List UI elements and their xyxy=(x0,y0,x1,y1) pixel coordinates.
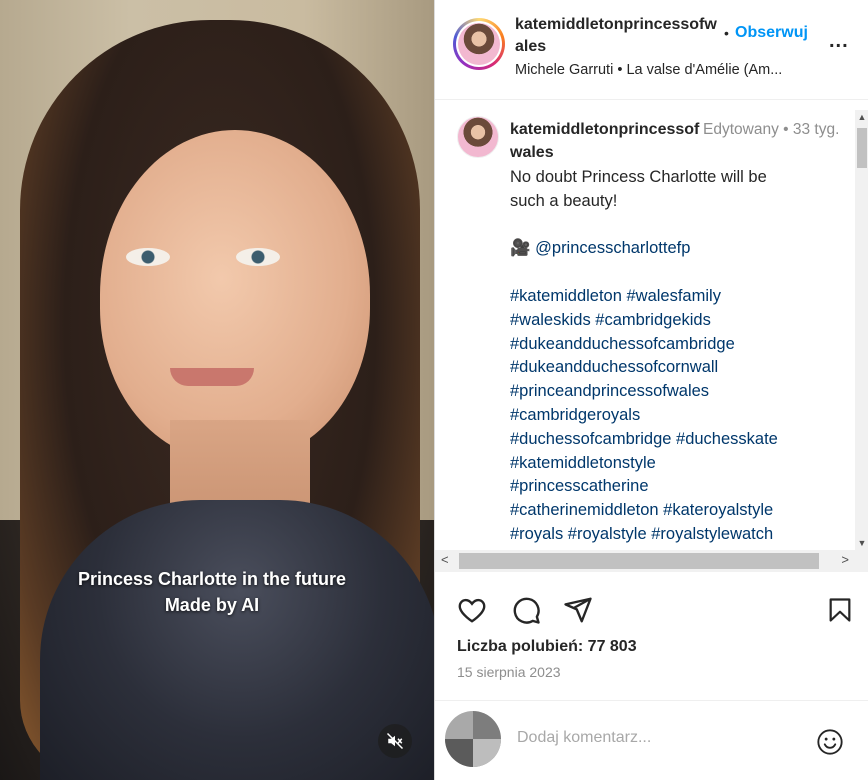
media-face xyxy=(100,130,370,460)
media-eye-left xyxy=(126,248,170,266)
media-mouth xyxy=(170,368,254,386)
hashtag-line[interactable]: #princeandprincessofwales xyxy=(510,380,850,404)
author-avatar-image xyxy=(458,23,500,65)
comment-button[interactable] xyxy=(509,593,543,627)
post-media[interactable]: Princess Charlotte in the future Made by… xyxy=(0,0,434,780)
likes-count[interactable]: Liczba polubień: 77 803 xyxy=(457,638,637,656)
hashtag-line[interactable]: #katemiddletonstyle xyxy=(510,452,850,476)
hashtag-line[interactable]: #duchessofcambridge #duchesskate xyxy=(510,428,850,452)
header-separator: • xyxy=(724,25,729,41)
save-button[interactable] xyxy=(823,593,857,627)
send-icon xyxy=(564,597,592,623)
caption-section: katemiddletonprincessofwales Edytowany •… xyxy=(435,110,868,550)
post-date: 15 sierpnia 2023 xyxy=(457,664,561,680)
caption-author-username[interactable]: katemiddletonprincessofwales xyxy=(510,118,700,164)
horizontal-scrollbar[interactable]: < > xyxy=(435,550,868,572)
camera-emoji-icon: 🎥 xyxy=(510,239,531,258)
hashtag-line[interactable]: #cambridgeroyals xyxy=(510,404,850,428)
hashtag-line[interactable]: #royals #royalstyle #royalstylewatch xyxy=(510,523,850,547)
media-shirt xyxy=(40,500,434,780)
hashtag-line[interactable]: #katemiddleton #walesfamily xyxy=(510,285,850,309)
emoji-button[interactable] xyxy=(815,727,845,757)
hashtag-line[interactable]: #waleskids #cambridgekids xyxy=(510,309,850,333)
smiley-icon xyxy=(817,729,843,755)
post-header: katemiddletonprincessofwales • Obserwuj … xyxy=(435,0,868,100)
caption-text-line: such a beauty! xyxy=(510,191,618,210)
caption-body: No doubt Princess Charlotte will be such… xyxy=(510,166,850,547)
author-avatar[interactable] xyxy=(453,18,505,70)
horizontal-scroll-thumb[interactable] xyxy=(459,553,819,569)
mute-button[interactable] xyxy=(378,724,412,758)
scroll-right-arrow[interactable]: > xyxy=(841,552,849,567)
author-username[interactable]: katemiddletonprincessofwales xyxy=(515,14,725,58)
comment-icon xyxy=(513,597,540,624)
bookmark-icon xyxy=(829,598,851,622)
follow-button[interactable]: Obserwuj xyxy=(735,24,808,42)
scroll-left-arrow[interactable]: < xyxy=(441,552,449,567)
media-caption-line2: Made by AI xyxy=(164,595,260,615)
hashtag-line[interactable]: #dukeandduchessofcornwall xyxy=(510,356,850,380)
post-side-panel: katemiddletonprincessofwales • Obserwuj … xyxy=(434,0,868,780)
vertical-scrollbar[interactable]: ▲ ▼ xyxy=(855,110,868,550)
media-eye-right xyxy=(236,248,280,266)
more-options-button[interactable]: ... xyxy=(829,30,849,53)
comment-input[interactable] xyxy=(517,729,797,747)
hashtag-line[interactable]: #princesscatherine xyxy=(510,475,850,499)
scroll-up-arrow[interactable]: ▲ xyxy=(857,112,867,122)
caption-author-avatar[interactable] xyxy=(457,116,499,158)
hashtag-line[interactable]: #dukeandduchessofcambridge xyxy=(510,333,850,357)
hashtag-line[interactable]: #catherinemiddleton #kateroyalstyle xyxy=(510,499,850,523)
like-button[interactable] xyxy=(455,593,489,627)
add-comment-bar xyxy=(435,700,868,780)
caption-meta: Edytowany • 33 tyg. xyxy=(703,121,840,138)
speaker-muted-icon xyxy=(386,732,404,750)
scroll-down-arrow[interactable]: ▼ xyxy=(857,538,867,548)
vertical-scroll-thumb[interactable] xyxy=(857,128,867,168)
audio-attribution[interactable]: Michele Garruti • La valse d'Amélie (Am.… xyxy=(515,62,815,78)
current-user-avatar xyxy=(445,711,501,767)
share-button[interactable] xyxy=(561,593,595,627)
caption-text-line: No doubt Princess Charlotte will be xyxy=(510,168,767,186)
heart-icon xyxy=(458,598,486,623)
action-bar xyxy=(435,585,868,635)
media-caption-line1: Princess Charlotte in the future xyxy=(77,569,347,589)
mention-link[interactable]: @princesscharlottefp xyxy=(535,239,690,257)
